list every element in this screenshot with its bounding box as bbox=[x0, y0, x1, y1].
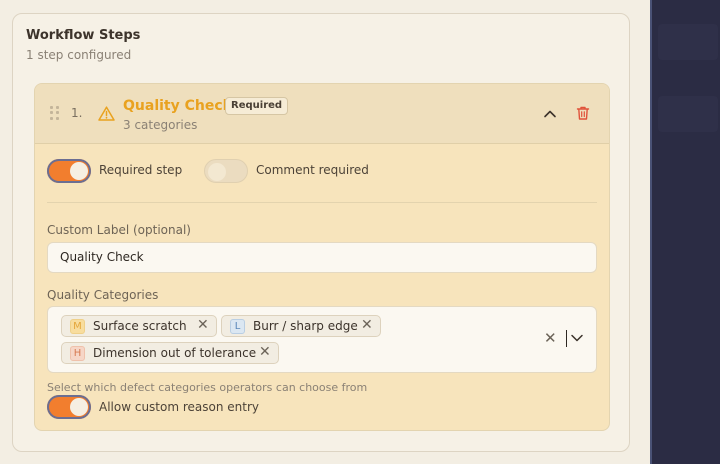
step-card: 1. Quality Check Required 3 categories R… bbox=[34, 83, 610, 431]
chevron-up-icon[interactable] bbox=[542, 106, 558, 122]
level-badge: L bbox=[230, 319, 245, 334]
remove-chip-icon[interactable]: ✕ bbox=[259, 344, 271, 360]
remove-chip-icon[interactable]: ✕ bbox=[197, 317, 209, 333]
clear-all-icon[interactable]: ✕ bbox=[544, 329, 557, 347]
drag-handle-icon[interactable] bbox=[50, 106, 60, 120]
allow-custom-reason-toggle[interactable] bbox=[47, 395, 91, 419]
category-chip: L Burr / sharp edge ✕ bbox=[221, 315, 381, 337]
step-header[interactable]: 1. Quality Check Required 3 categories bbox=[35, 84, 609, 144]
chip-label: Burr / sharp edge bbox=[253, 319, 358, 333]
step-title: Quality Check bbox=[123, 98, 232, 114]
workflow-steps-card: Workflow Steps 1 step configured 1. Qual… bbox=[12, 13, 630, 452]
chip-label: Dimension out of tolerance bbox=[93, 346, 257, 360]
warning-icon bbox=[98, 106, 115, 121]
categories-hint: Select which defect categories operators… bbox=[47, 381, 368, 394]
custom-label-input[interactable]: Quality Check bbox=[47, 242, 597, 273]
level-badge: M bbox=[70, 319, 85, 334]
section-subtitle: 1 step configured bbox=[26, 48, 132, 62]
category-chip: M Surface scratch ✕ bbox=[61, 315, 217, 337]
step-number: 1. bbox=[71, 106, 83, 120]
quality-categories-select[interactable]: M Surface scratch ✕ L Burr / sharp edge … bbox=[47, 306, 597, 373]
allow-custom-reason-label: Allow custom reason entry bbox=[99, 400, 260, 414]
required-badge: Required bbox=[225, 97, 289, 115]
custom-label-caption: Custom Label (optional) bbox=[47, 223, 191, 237]
quality-categories-caption: Quality Categories bbox=[47, 288, 159, 302]
step-subtitle: 3 categories bbox=[123, 118, 198, 132]
section-title: Workflow Steps bbox=[26, 28, 141, 43]
chevron-down-icon[interactable] bbox=[570, 331, 584, 345]
comment-required-toggle[interactable] bbox=[204, 159, 248, 183]
chip-label: Surface scratch bbox=[93, 319, 187, 333]
trash-icon[interactable] bbox=[575, 105, 591, 121]
required-step-label: Required step bbox=[99, 163, 183, 177]
comment-required-label: Comment required bbox=[256, 163, 369, 177]
background-panel bbox=[650, 0, 720, 464]
remove-chip-icon[interactable]: ✕ bbox=[361, 317, 373, 333]
required-step-toggle[interactable] bbox=[47, 159, 91, 183]
category-chip: H Dimension out of tolerance ✕ bbox=[61, 342, 279, 364]
divider bbox=[47, 202, 597, 203]
level-badge: H bbox=[70, 346, 85, 361]
